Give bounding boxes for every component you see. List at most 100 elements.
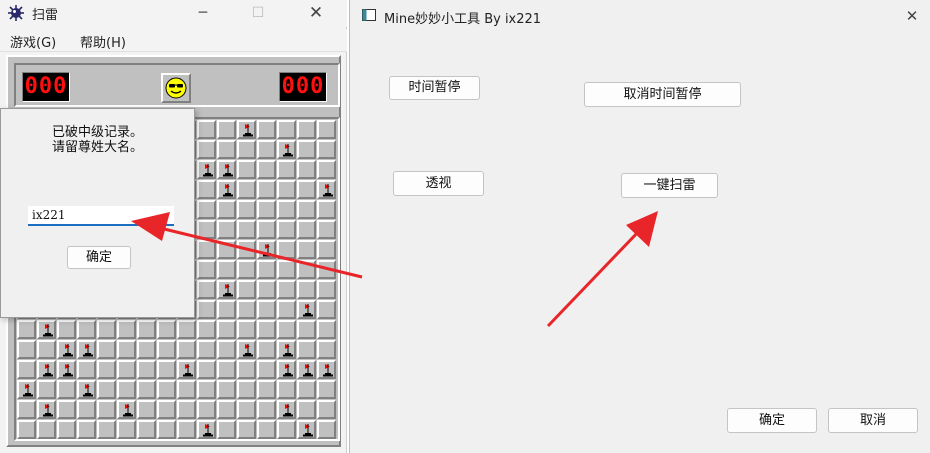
mine-cell[interactable] [277, 340, 296, 359]
mine-cell[interactable] [317, 200, 336, 219]
mine-cell[interactable] [157, 380, 176, 399]
mine-cell[interactable] [257, 120, 276, 139]
mine-cell[interactable] [317, 220, 336, 239]
mine-cell[interactable] [197, 260, 216, 279]
mine-cell[interactable] [317, 400, 336, 419]
mine-cell[interactable] [117, 380, 136, 399]
mine-cell[interactable] [17, 360, 36, 379]
mine-cell[interactable] [217, 280, 236, 299]
mine-cell[interactable] [317, 360, 336, 379]
mine-cell[interactable] [277, 220, 296, 239]
mine-cell[interactable] [297, 420, 316, 439]
mine-cell[interactable] [277, 400, 296, 419]
mine-cell[interactable] [37, 380, 56, 399]
mine-cell[interactable] [217, 380, 236, 399]
mine-cell[interactable] [177, 360, 196, 379]
mine-cell[interactable] [157, 360, 176, 379]
pause-time-button[interactable]: 时间暂停 [389, 76, 480, 100]
mine-cell[interactable] [317, 180, 336, 199]
mine-cell[interactable] [217, 220, 236, 239]
mine-cell[interactable] [277, 180, 296, 199]
mine-cell[interactable] [57, 400, 76, 419]
mine-cell[interactable] [17, 420, 36, 439]
mine-cell[interactable] [197, 180, 216, 199]
mine-cell[interactable] [37, 360, 56, 379]
mine-cell[interactable] [257, 300, 276, 319]
mine-cell[interactable] [177, 320, 196, 339]
mine-cell[interactable] [37, 420, 56, 439]
mine-cell[interactable] [297, 200, 316, 219]
close-button[interactable]: ✕ [302, 2, 330, 24]
mine-cell[interactable] [217, 400, 236, 419]
menu-game[interactable]: 游戏(G) [10, 32, 56, 51]
mine-cell[interactable] [197, 140, 216, 159]
tool-close-button[interactable]: ✕ [898, 5, 926, 27]
mine-cell[interactable] [257, 240, 276, 259]
mine-cell[interactable] [197, 220, 216, 239]
mine-cell[interactable] [197, 200, 216, 219]
mine-cell[interactable] [17, 400, 36, 419]
auto-sweep-button[interactable]: 一键扫雷 [621, 173, 718, 198]
mine-cell[interactable] [197, 320, 216, 339]
mine-cell[interactable] [257, 220, 276, 239]
mine-cell[interactable] [197, 120, 216, 139]
mine-cell[interactable] [217, 140, 236, 159]
mine-cell[interactable] [217, 300, 236, 319]
mine-cell[interactable] [237, 140, 256, 159]
mine-cell[interactable] [197, 420, 216, 439]
mine-cell[interactable] [277, 200, 296, 219]
mine-cell[interactable] [197, 240, 216, 259]
mine-cell[interactable] [57, 340, 76, 359]
mine-cell[interactable] [257, 400, 276, 419]
mine-cell[interactable] [317, 140, 336, 159]
mine-cell[interactable] [137, 400, 156, 419]
name-input[interactable] [28, 206, 174, 226]
mine-cell[interactable] [177, 340, 196, 359]
unpause-time-button[interactable]: 取消时间暂停 [584, 82, 741, 107]
mine-cell[interactable] [217, 120, 236, 139]
mine-cell[interactable] [237, 260, 256, 279]
mine-cell[interactable] [297, 280, 316, 299]
mine-cell[interactable] [297, 120, 316, 139]
mine-cell[interactable] [297, 260, 316, 279]
mine-cell[interactable] [37, 340, 56, 359]
mine-cell[interactable] [237, 120, 256, 139]
mine-cell[interactable] [297, 300, 316, 319]
mine-cell[interactable] [137, 320, 156, 339]
mine-cell[interactable] [257, 280, 276, 299]
mine-cell[interactable] [257, 340, 276, 359]
mine-cell[interactable] [297, 220, 316, 239]
mine-cell[interactable] [157, 400, 176, 419]
mine-cell[interactable] [277, 280, 296, 299]
mine-cell[interactable] [77, 380, 96, 399]
tool-cancel-button[interactable]: 取消 [828, 408, 918, 433]
mine-cell[interactable] [317, 260, 336, 279]
mine-cell[interactable] [297, 140, 316, 159]
mine-cell[interactable] [77, 360, 96, 379]
mine-cell[interactable] [277, 240, 296, 259]
mine-cell[interactable] [317, 160, 336, 179]
mine-cell[interactable] [297, 180, 316, 199]
mine-cell[interactable] [97, 420, 116, 439]
mine-cell[interactable] [37, 320, 56, 339]
mine-cell[interactable] [237, 220, 256, 239]
mine-cell[interactable] [277, 360, 296, 379]
mine-cell[interactable] [237, 160, 256, 179]
mine-cell[interactable] [277, 300, 296, 319]
tool-ok-button[interactable]: 确定 [727, 408, 817, 433]
mine-cell[interactable] [117, 400, 136, 419]
mine-cell[interactable] [217, 200, 236, 219]
mine-cell[interactable] [237, 380, 256, 399]
mine-cell[interactable] [217, 340, 236, 359]
menu-help[interactable]: 帮助(H) [80, 32, 126, 51]
mine-cell[interactable] [197, 400, 216, 419]
mine-cell[interactable] [237, 200, 256, 219]
mine-cell[interactable] [257, 160, 276, 179]
mine-cell[interactable] [97, 400, 116, 419]
mine-cell[interactable] [277, 260, 296, 279]
mine-cell[interactable] [277, 320, 296, 339]
mine-cell[interactable] [117, 360, 136, 379]
mine-cell[interactable] [157, 340, 176, 359]
mine-cell[interactable] [17, 380, 36, 399]
mine-cell[interactable] [317, 280, 336, 299]
